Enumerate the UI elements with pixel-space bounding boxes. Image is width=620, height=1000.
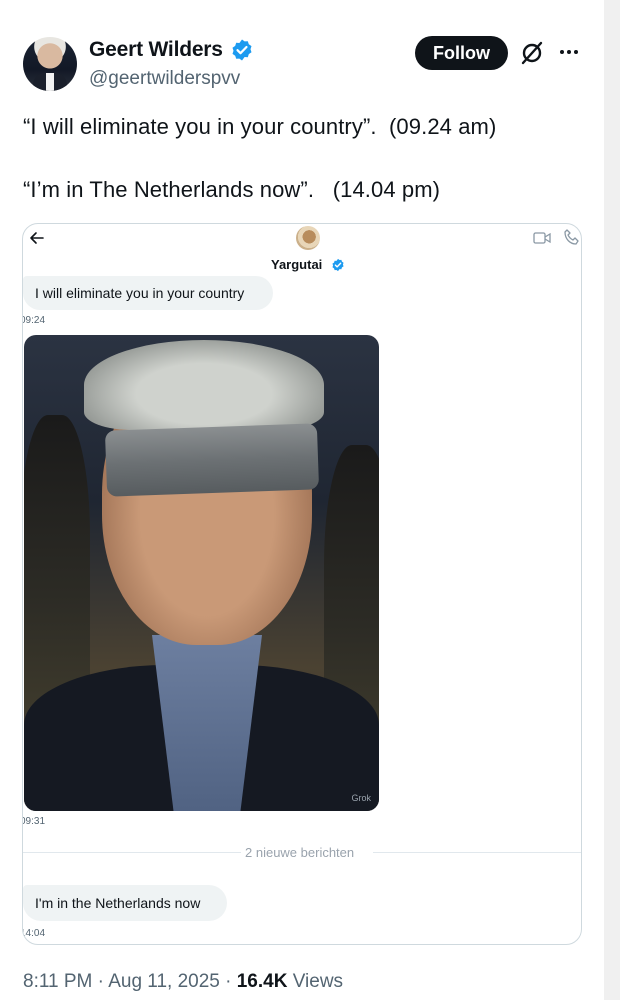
author-avatar[interactable] (23, 37, 77, 91)
message-timestamp-1: 09:24 (22, 315, 46, 326)
message-bubble-2: I'm in the Netherlands now (23, 885, 227, 921)
contact-avatar (296, 226, 320, 250)
more-options-icon[interactable] (557, 40, 581, 64)
author-display-name[interactable]: Geert Wilders (89, 38, 223, 62)
tweet-date[interactable]: Aug 11, 2025 (108, 971, 220, 992)
author-handle[interactable]: @geertwilderspvv (89, 68, 240, 90)
views-count[interactable]: 16.4K (237, 971, 288, 992)
scrollbar-track (604, 0, 620, 1000)
video-call-icon (533, 232, 551, 244)
message-timestamp-3: 14:04 (22, 928, 46, 939)
meta-separator: · (97, 971, 109, 992)
tweet-time[interactable]: 8:11 PM (23, 971, 92, 992)
views-label[interactable]: Views (293, 971, 343, 992)
message-bubble-1: I will eliminate you in your country (23, 276, 273, 310)
back-arrow-icon (30, 232, 44, 244)
avatar-shirt (46, 73, 54, 91)
divider-line-left (23, 852, 241, 853)
background-figure-left (24, 415, 90, 715)
image-hair (84, 340, 324, 430)
embedded-screenshot-card[interactable]: Yargutai I will eliminate you in your co… (22, 223, 582, 945)
tweet-text-line-1: “I will eliminate you in your country”. … (23, 114, 497, 139)
meta-separator: · (225, 971, 237, 992)
contact-verified-icon (332, 258, 344, 272)
verified-badge-icon (232, 39, 252, 61)
message-timestamp-2: 09:31 (22, 816, 46, 827)
grok-icon[interactable] (519, 40, 545, 66)
image-blindfold (104, 423, 320, 497)
tweet-text-line-2: “I’m in The Netherlands now”. (14.04 pm) (23, 177, 441, 202)
grok-watermark: Grok (351, 793, 371, 803)
divider-line-right (373, 852, 581, 853)
tweet-metadata: 8:11 PM · Aug 11, 2025 · 16.4K Views (23, 971, 343, 993)
contact-name: Yargutai (271, 257, 323, 272)
phone-call-icon (564, 229, 579, 245)
follow-button[interactable]: Follow (415, 36, 508, 70)
new-messages-divider: 2 nieuwe berichten (245, 845, 355, 860)
message-image: Grok (24, 335, 379, 811)
